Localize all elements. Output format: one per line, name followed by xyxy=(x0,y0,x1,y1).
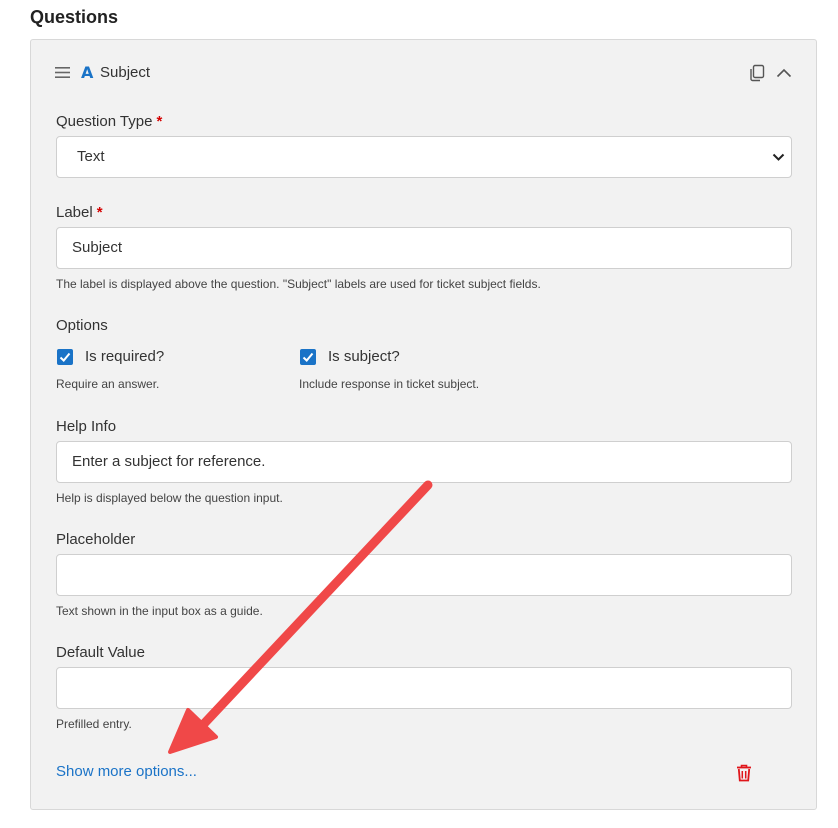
default-value-input[interactable] xyxy=(56,667,792,709)
is-required-hint: Require an answer. xyxy=(56,377,160,391)
question-type-select[interactable]: Text xyxy=(56,136,792,178)
question-card-header[interactable]: A Subject xyxy=(55,62,792,84)
is-subject-hint: Include response in ticket subject. xyxy=(299,377,480,391)
copy-icon[interactable] xyxy=(748,64,766,82)
text-type-icon: A xyxy=(81,63,94,82)
help-info-input[interactable]: Enter a subject for reference. xyxy=(56,441,792,483)
is-required-checkbox[interactable] xyxy=(57,349,73,365)
required-marker: * xyxy=(156,113,163,130)
question-card: A Subject Question Type * Text Label * Sub… xyxy=(30,39,817,810)
help-info-hint: Help is displayed below the question inp… xyxy=(56,491,283,505)
question-type-label: Question Type * xyxy=(56,113,163,130)
chevron-down-icon xyxy=(772,153,785,161)
show-more-options-link[interactable]: Show more options... xyxy=(56,763,197,780)
label-hint: The label is displayed above the questio… xyxy=(56,277,541,291)
placeholder-hint: Text shown in the input box as a guide. xyxy=(56,604,263,618)
help-info-label: Help Info xyxy=(56,418,117,435)
trash-icon[interactable] xyxy=(736,764,752,782)
placeholder-input[interactable] xyxy=(56,554,792,596)
label-input[interactable]: Subject xyxy=(56,227,792,269)
default-value-hint: Prefilled entry. xyxy=(56,717,132,731)
drag-handle-icon[interactable] xyxy=(55,66,70,79)
required-marker: * xyxy=(96,204,103,221)
is-subject-label[interactable]: Is subject? xyxy=(328,348,400,365)
chevron-up-icon[interactable] xyxy=(776,67,792,79)
section-title: Questions xyxy=(30,7,119,27)
is-required-label[interactable]: Is required? xyxy=(85,348,164,365)
question-type-value: Text xyxy=(77,148,105,165)
question-title: Subject xyxy=(100,64,151,81)
is-subject-checkbox[interactable] xyxy=(300,349,316,365)
label-field-label: Label * xyxy=(56,204,103,221)
placeholder-label: Placeholder xyxy=(56,531,136,548)
options-label: Options xyxy=(56,317,108,334)
default-value-label: Default Value xyxy=(56,644,145,661)
